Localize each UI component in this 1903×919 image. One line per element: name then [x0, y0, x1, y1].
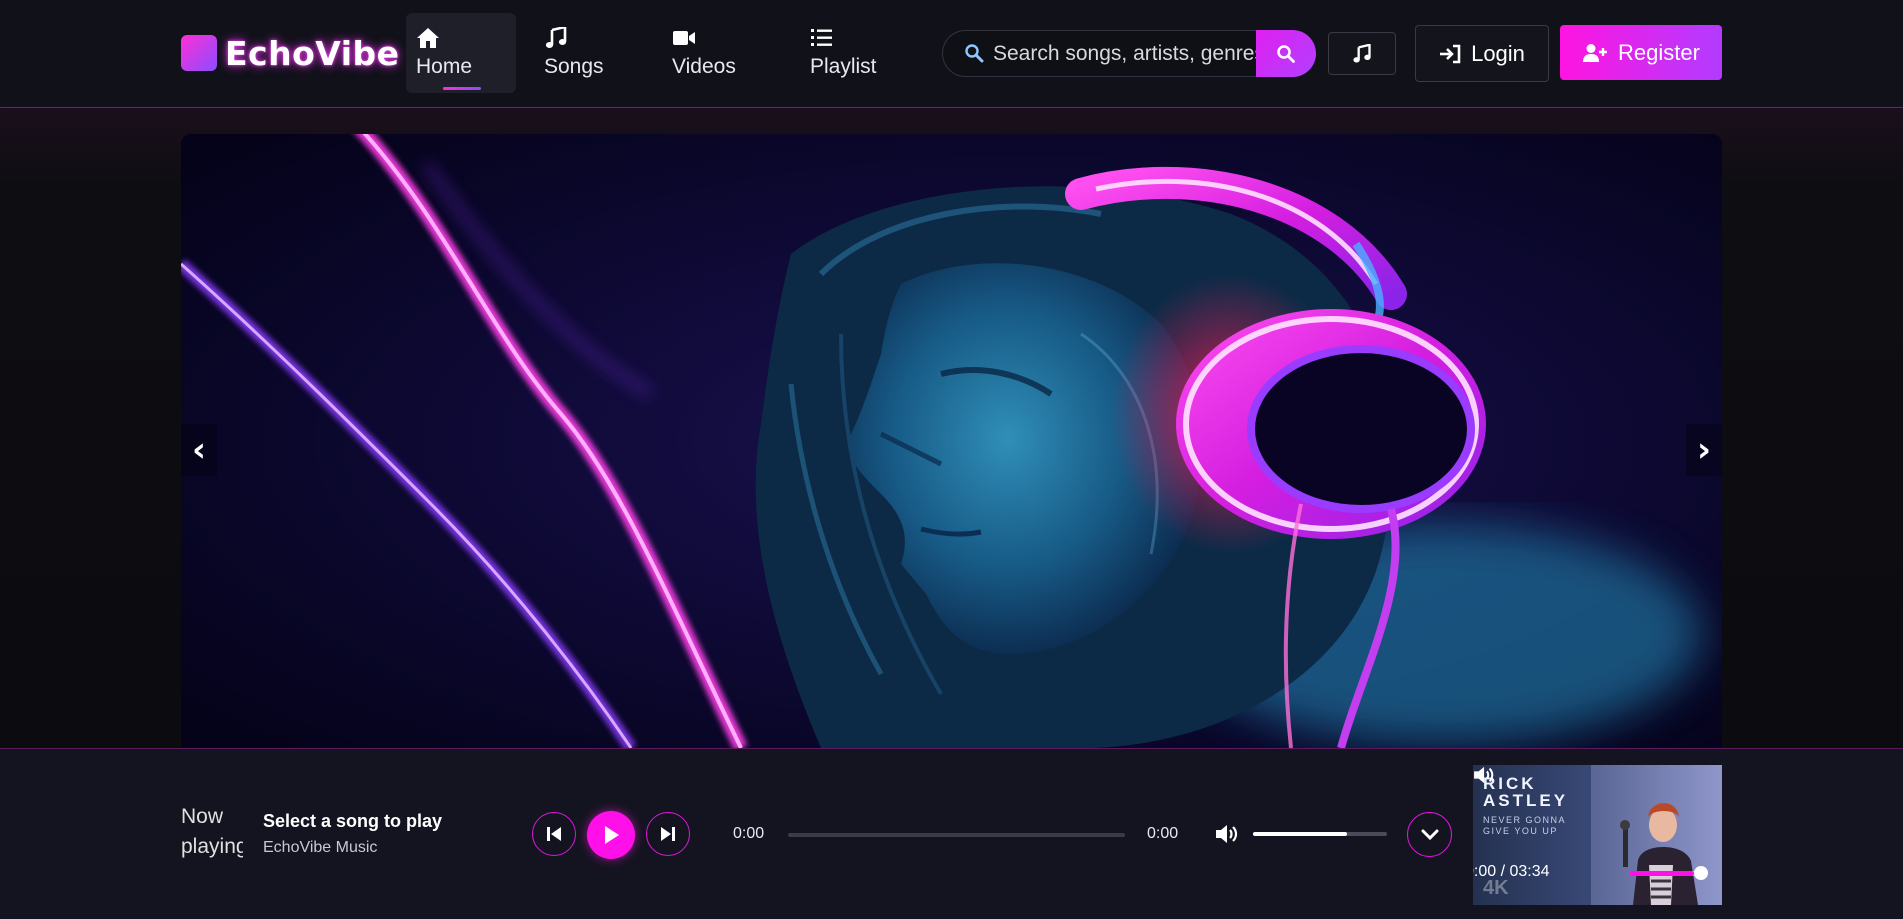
nav-label-playlist: Playlist [810, 55, 877, 78]
music-note-icon [1353, 43, 1371, 62]
register-label: Register [1618, 39, 1700, 65]
main-nav: Home Songs Videos Playlist [406, 13, 928, 93]
brand-name: EchoVibe [225, 33, 400, 73]
hero-slide-image [181, 134, 1722, 748]
next-track-button[interactable] [646, 812, 690, 856]
list-icon [811, 29, 832, 46]
now-playing-cover-alt: Now playing [181, 805, 243, 858]
video-time: 0:00 / 03:34 [1473, 863, 1550, 880]
register-button[interactable]: Register [1560, 25, 1722, 80]
skip-back-icon [547, 827, 561, 841]
search-bar [942, 30, 1316, 77]
video-volume-knob[interactable] [1694, 866, 1708, 880]
chevron-left-icon: ‹ [191, 430, 206, 470]
nav-item-playlist[interactable]: Playlist [800, 13, 910, 93]
nav-item-songs[interactable]: Songs [534, 13, 644, 93]
chevron-right-icon: › [1696, 430, 1711, 470]
video-song-title: NEVER GONNA GIVE YOU UP [1483, 815, 1566, 836]
search-button[interactable] [1256, 30, 1316, 77]
volume-icon[interactable] [1215, 823, 1241, 845]
nav-label-videos: Videos [672, 55, 736, 78]
video-artist-title: RICK ASTLEY [1483, 774, 1569, 810]
logo-mark-icon [181, 35, 217, 71]
volume-fill [1253, 832, 1347, 836]
search-input[interactable] [942, 30, 1256, 77]
music-note-icon [545, 27, 567, 48]
nav-item-videos[interactable]: Videos [662, 13, 782, 93]
music-toggle-button[interactable] [1328, 32, 1396, 75]
now-playing-artist: EchoVibe Music [263, 839, 378, 856]
play-icon [605, 826, 619, 844]
nav-label-songs: Songs [544, 55, 604, 78]
previous-track-button[interactable] [532, 812, 576, 856]
now-playing-cover: Now playing [181, 802, 243, 862]
video-camera-icon [673, 31, 695, 45]
top-navbar: EchoVibe Home Songs Videos Playlist Sear… [0, 0, 1903, 108]
video-volume-slider[interactable] [1629, 871, 1701, 876]
current-time: 0:00 [733, 825, 765, 842]
play-button[interactable] [587, 811, 635, 859]
volume-slider[interactable] [1253, 832, 1387, 836]
carousel-next-button[interactable]: › [1686, 424, 1722, 476]
sign-in-icon [1440, 44, 1461, 63]
now-playing-title: Select a song to play [263, 811, 443, 831]
mini-video-player[interactable]: RICK ASTLEY NEVER GONNA GIVE YOU UP 4K 0… [1473, 765, 1722, 905]
video-volume-icon[interactable] [1473, 765, 1497, 785]
brand-logo[interactable]: EchoVibe [181, 33, 400, 73]
collapse-player-button[interactable] [1407, 812, 1452, 857]
login-label: Login [1471, 40, 1525, 66]
nav-label-home: Home [416, 55, 473, 78]
video-volume-fill [1629, 871, 1694, 876]
nav-item-home[interactable]: Home [406, 13, 516, 93]
home-icon [417, 28, 439, 48]
search-icon [1277, 44, 1295, 63]
skip-forward-icon [661, 827, 675, 841]
progress-bar[interactable] [788, 833, 1125, 837]
login-button[interactable]: Login [1415, 25, 1549, 82]
chevron-down-icon [1421, 829, 1438, 840]
carousel-prev-button[interactable]: ‹ [181, 424, 217, 476]
search-glyph-icon [965, 44, 984, 63]
track-duration: 0:00 [1147, 825, 1179, 842]
user-plus-icon [1583, 43, 1608, 62]
hero-carousel [181, 134, 1722, 748]
